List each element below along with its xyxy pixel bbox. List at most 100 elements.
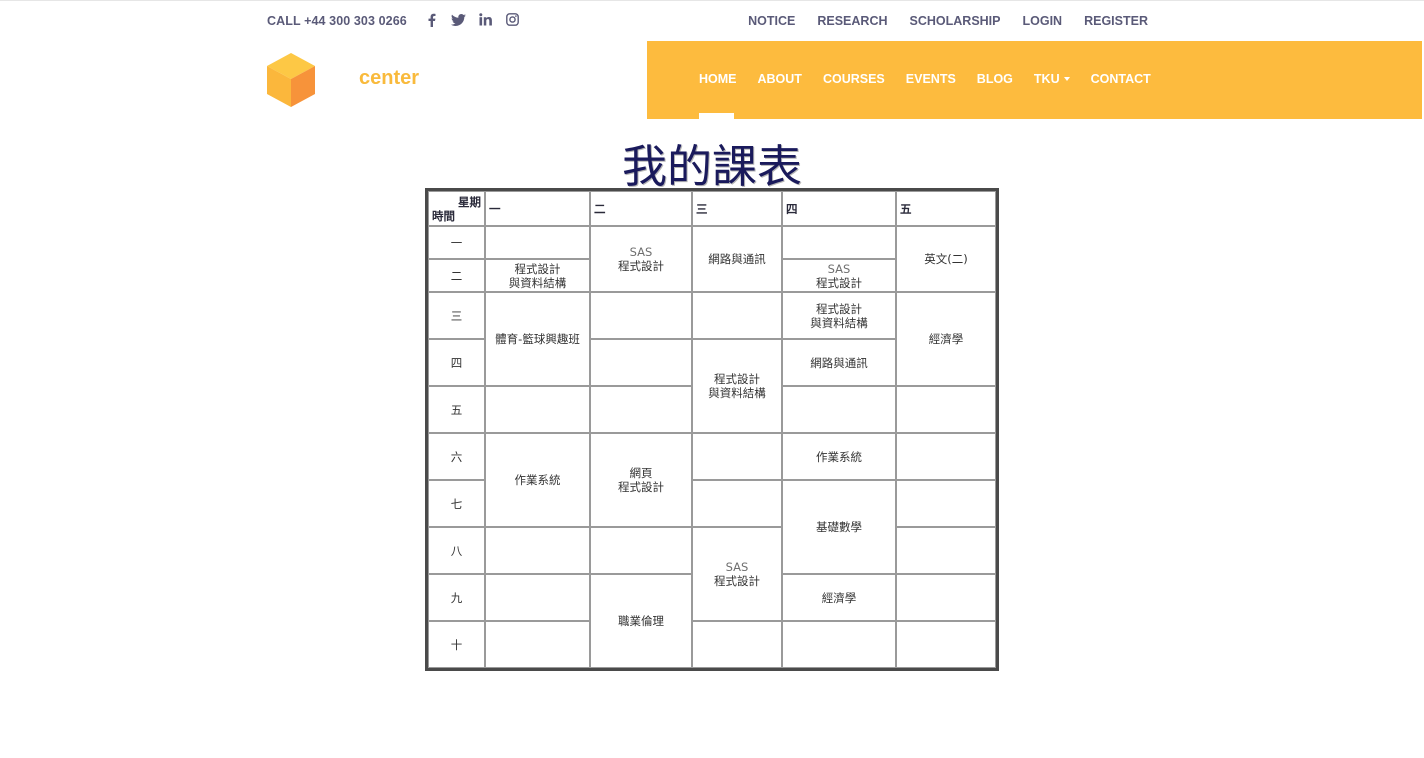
course-line: 程式設計 — [714, 372, 760, 386]
course-cell[interactable]: 網路與通訊 — [692, 226, 782, 292]
course-line: 網路與通訊 — [708, 252, 766, 266]
twitter-icon[interactable] — [450, 11, 467, 28]
empty-cell — [896, 433, 996, 480]
period-label: 六 — [428, 433, 485, 480]
nav-courses[interactable]: COURSES — [823, 72, 885, 86]
course-line: 程式設計 — [816, 275, 862, 290]
course-line: 與資料結構 — [810, 315, 868, 330]
course-cell[interactable]: 程式設計 與資料結構 — [782, 292, 896, 339]
table-row: 八 SAS 程式設計 — [428, 527, 996, 621]
empty-cell — [896, 527, 996, 574]
instagram-icon[interactable] — [504, 11, 521, 28]
course-line: 程式設計 — [618, 480, 664, 494]
course-cell[interactable]: SAS 程式設計 — [782, 259, 896, 292]
course-line: 體育-籃球興趣班 — [495, 332, 580, 346]
day-header-fri: 五 — [896, 191, 996, 226]
course-cell[interactable]: 程式設計 與資料結構 — [692, 339, 782, 433]
schedule-table-wrapper: 星期 時間 一 二 三 四 五 一 SAS 程式設計 網路與通訊 英文(二) 二 … — [425, 188, 999, 671]
corner-cell: 星期 時間 — [428, 191, 485, 226]
nav-about[interactable]: ABOUT — [758, 72, 802, 86]
nav-home[interactable]: HOME — [699, 72, 737, 86]
table-row: 十 — [428, 621, 996, 668]
course-line: 職業倫理 — [618, 614, 664, 628]
empty-cell — [896, 386, 996, 433]
nav-contact[interactable]: CONTACT — [1091, 72, 1151, 86]
course-line: 程式設計 — [714, 574, 760, 588]
corner-day-label: 星期 — [458, 195, 481, 209]
nav-tku-dropdown[interactable]: TKU — [1034, 72, 1070, 86]
table-row: 一 SAS 程式設計 網路與通訊 英文(二) — [428, 226, 996, 292]
empty-cell — [896, 621, 996, 668]
empty-cell — [782, 226, 896, 259]
period-label: 八 — [428, 527, 485, 574]
empty-cell — [692, 621, 782, 668]
header-row: 星期 時間 一 二 三 四 五 — [428, 191, 996, 226]
course-line: SAS — [827, 261, 851, 276]
course-line: 作業系統 — [816, 449, 862, 464]
course-cell[interactable]: 職業倫理 — [590, 574, 692, 668]
period-label: 三 — [428, 292, 485, 339]
empty-cell — [896, 480, 996, 527]
register-link[interactable]: REGISTER — [1084, 14, 1148, 28]
empty-cell — [485, 386, 590, 433]
course-line: 經濟學 — [928, 332, 964, 346]
course-cell[interactable]: 英文(二) — [896, 226, 996, 292]
table-row: 六 作業系統 網頁 程式設計 作業系統 — [428, 433, 996, 527]
course-line: 與資料結構 — [708, 386, 766, 400]
page-title: 我的課表 — [621, 140, 802, 193]
corner-time-label: 時間 — [432, 209, 455, 223]
nav-active-indicator — [699, 113, 734, 119]
main-nav: HOME ABOUT COURSES EVENTS BLOG TKU CONTA… — [647, 41, 1422, 119]
course-cell[interactable]: 基礎數學 — [782, 480, 896, 574]
empty-cell — [896, 574, 996, 621]
empty-cell — [692, 292, 782, 339]
top-links: NOTICE RESEARCH SCHOLARSHIP LOGIN REGIST… — [748, 14, 1148, 28]
scholarship-link[interactable]: SCHOLARSHIP — [910, 14, 1001, 28]
course-cell[interactable]: 網頁 程式設計 — [590, 433, 692, 527]
period-label: 十 — [428, 621, 485, 668]
course-cell[interactable]: 經濟學 — [896, 292, 996, 386]
course-line: 與資料結構 — [508, 275, 567, 290]
course-cell[interactable]: SAS 程式設計 — [590, 226, 692, 292]
schedule-table: 星期 時間 一 二 三 四 五 一 SAS 程式設計 網路與通訊 英文(二) 二 … — [425, 188, 999, 671]
facebook-icon[interactable] — [423, 11, 440, 28]
course-cell[interactable]: 經濟學 — [782, 574, 896, 621]
notice-link[interactable]: NOTICE — [748, 14, 795, 28]
top-border — [0, 0, 1424, 1]
empty-cell — [692, 480, 782, 527]
course-cell[interactable]: SAS 程式設計 — [692, 527, 782, 621]
logo-icon[interactable] — [267, 53, 315, 107]
period-label: 七 — [428, 480, 485, 527]
period-label: 一 — [428, 226, 485, 259]
empty-cell — [590, 339, 692, 386]
course-cell[interactable]: 程式設計 與資料結構 — [485, 259, 590, 292]
course-cell[interactable]: 作業系統 — [485, 433, 590, 527]
course-line: 網頁 — [629, 466, 653, 480]
empty-cell — [485, 226, 590, 259]
course-line: 基礎數學 — [816, 520, 862, 534]
brand-name[interactable]: center — [359, 67, 419, 90]
course-line: SAS — [629, 245, 653, 259]
course-cell[interactable]: 體育-籃球興趣班 — [485, 292, 590, 386]
empty-cell — [590, 292, 692, 339]
linkedin-icon[interactable] — [477, 11, 494, 28]
table-row: 三 體育-籃球興趣班 程式設計 與資料結構 經濟學 — [428, 292, 996, 386]
empty-cell — [485, 527, 590, 574]
course-line: SAS — [725, 560, 749, 574]
empty-cell — [782, 386, 896, 433]
day-header-mon: 一 — [485, 191, 590, 226]
course-line: 經濟學 — [821, 590, 857, 605]
course-cell[interactable]: 作業系統 — [782, 433, 896, 480]
empty-cell — [485, 621, 590, 668]
nav-events[interactable]: EVENTS — [906, 72, 956, 86]
course-line: 英文(二) — [924, 252, 968, 266]
research-link[interactable]: RESEARCH — [817, 14, 887, 28]
course-cell[interactable]: 網路與通訊 — [782, 339, 896, 386]
nav-tku-label: TKU — [1033, 72, 1060, 86]
course-line: 程式設計 — [816, 301, 862, 316]
day-header-tue: 二 — [590, 191, 692, 226]
period-label: 四 — [428, 339, 485, 386]
nav-blog[interactable]: BLOG — [977, 72, 1013, 86]
login-link[interactable]: LOGIN — [1023, 14, 1063, 28]
course-line: 網路與通訊 — [810, 355, 868, 370]
